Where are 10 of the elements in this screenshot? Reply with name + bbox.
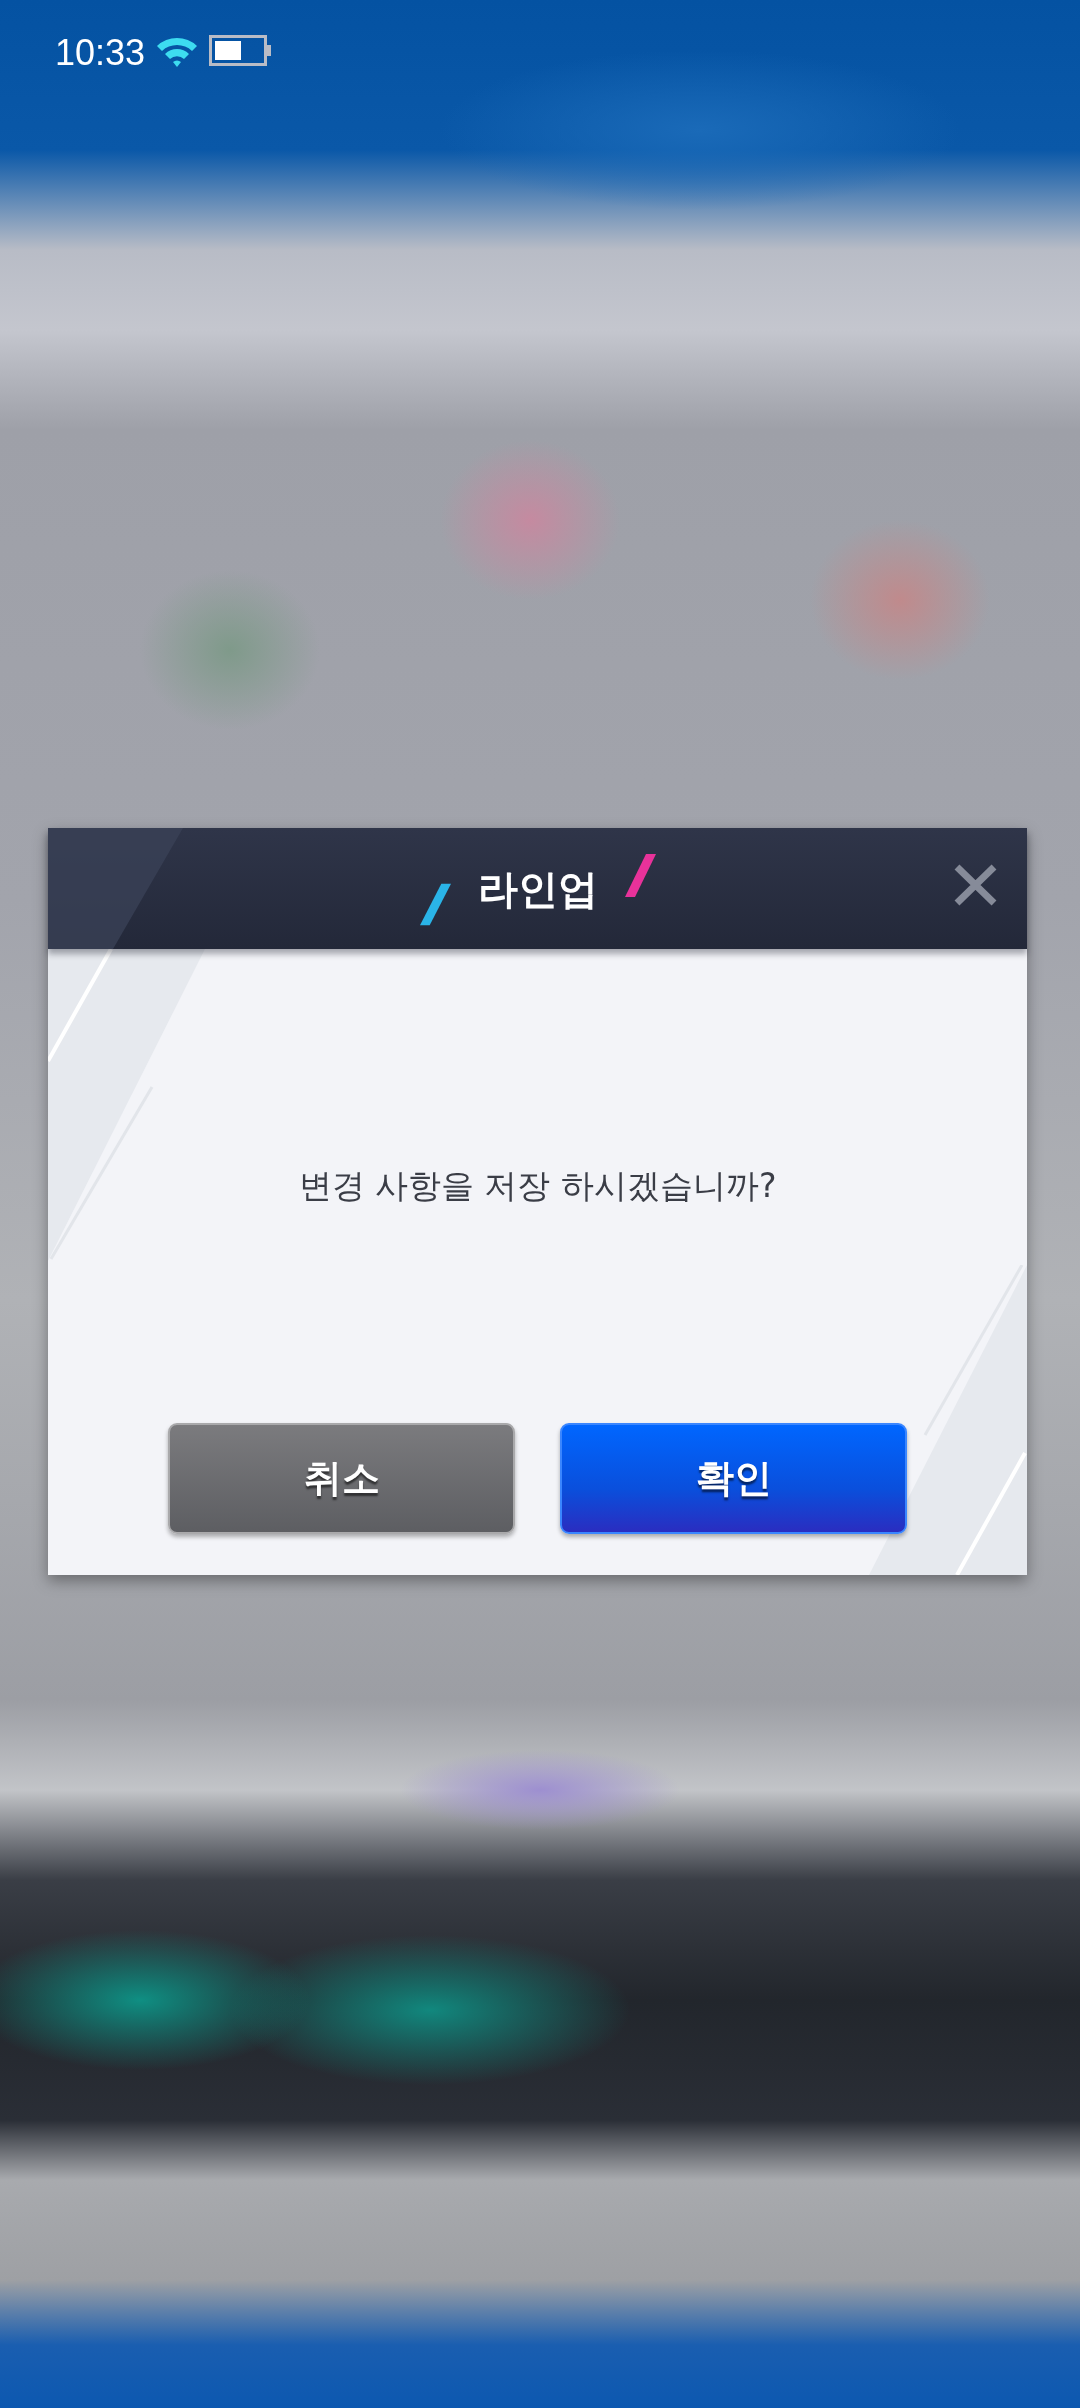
cancel-button[interactable]: 취소 <box>168 1423 515 1534</box>
confirm-button[interactable]: 확인 <box>560 1423 907 1534</box>
close-icon <box>953 863 998 907</box>
slash-icon <box>419 883 451 926</box>
battery-icon <box>209 35 272 66</box>
dialog-message: 변경 사항을 저장 하시겠습니까? <box>298 1165 777 1207</box>
status-time: 10:33 <box>55 34 146 71</box>
dialog-title: 라인업 <box>477 864 598 913</box>
close-button[interactable] <box>953 863 998 907</box>
slash-icon <box>624 854 656 897</box>
